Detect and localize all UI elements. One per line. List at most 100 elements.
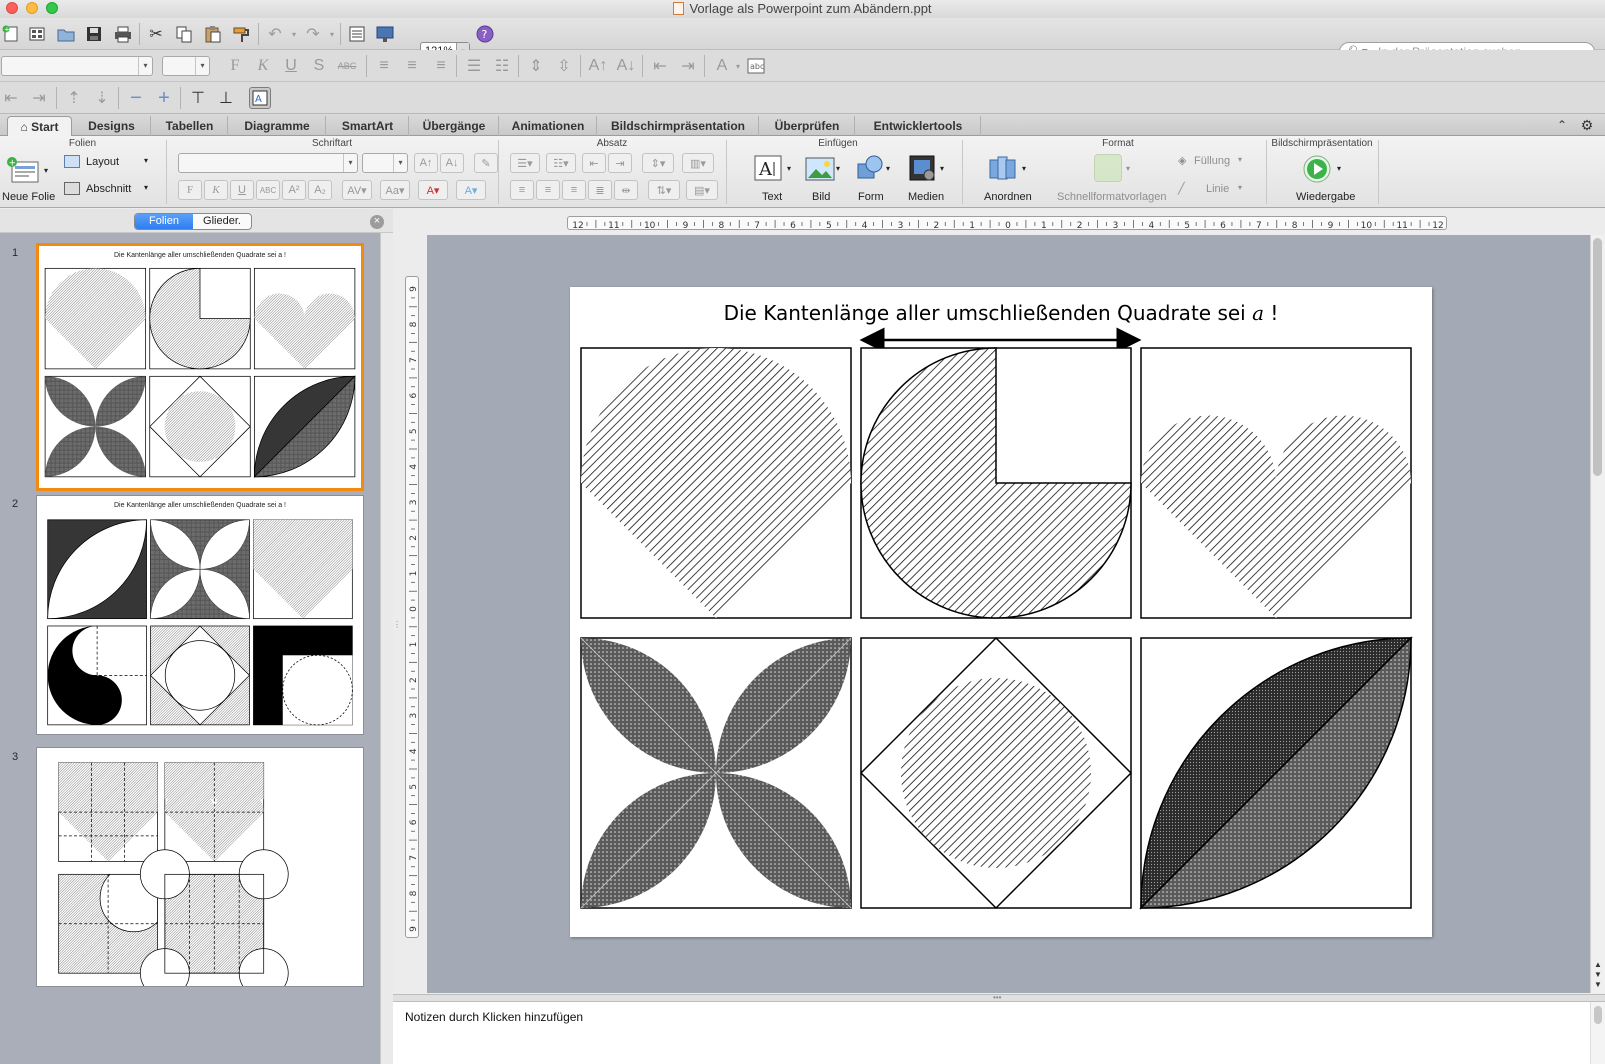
chevron-down-icon[interactable]: ▾ [787, 164, 791, 173]
editor-scroll-thumb[interactable] [1593, 238, 1602, 476]
fill-button[interactable]: Füllung [1194, 155, 1230, 167]
help-icon[interactable]: ? [474, 23, 496, 45]
shrink-font-button[interactable]: A↓ [440, 153, 464, 173]
superscript-button[interactable]: A² [282, 180, 306, 200]
distribute-button[interactable]: ⇹ [614, 180, 638, 200]
paragraph-spacing-icon[interactable]: ⇳ [553, 55, 575, 77]
align-right-icon[interactable]: ≡ [430, 55, 452, 77]
increase-indent-button[interactable]: ⇥ [608, 153, 632, 173]
collapse-all-icon[interactable]: ⊤ [187, 87, 209, 109]
fill-icon[interactable]: ◈ [1178, 154, 1186, 167]
format-painter-icon[interactable] [230, 23, 252, 45]
ribbon-size-combo[interactable]: ▾ [362, 153, 408, 173]
slide-thumbnail[interactable] [36, 747, 364, 987]
chevron-down-icon[interactable]: ▾ [1022, 164, 1026, 173]
gallery-icon[interactable] [26, 23, 48, 45]
new-slide-icon[interactable]: + [6, 156, 40, 189]
tab-smartart[interactable]: SmartArt [327, 116, 409, 136]
chevron-down-icon[interactable]: ▾ [836, 164, 840, 173]
slide-thumbnail[interactable]: Die Kantenlänge aller umschließenden Qua… [36, 495, 364, 735]
align-center-icon[interactable]: ≡ [401, 55, 423, 77]
char-spacing-button[interactable]: AV▾ [342, 180, 372, 200]
bold-icon[interactable]: F [224, 55, 246, 77]
font-color-button[interactable]: A▾ [418, 180, 448, 200]
bullet-list-icon[interactable]: ☰ [463, 55, 485, 77]
italic-button[interactable]: K [204, 180, 228, 200]
notes-placeholder[interactable]: Notizen durch Klicken hinzufügen [405, 1010, 583, 1024]
chevron-down-icon[interactable]: ▾ [886, 164, 890, 173]
numbered-list-icon[interactable]: ☷ [491, 55, 513, 77]
numbering-button[interactable]: ☷▾ [546, 153, 576, 173]
quick-styles-icon[interactable] [1094, 154, 1122, 182]
demote-icon[interactable]: ⇥ [28, 87, 50, 109]
insert-picture-button[interactable]: Bild [812, 191, 830, 203]
panel-scrollbar[interactable] [380, 233, 393, 1064]
tab-designs[interactable]: Designs [73, 116, 151, 136]
new-slide-dropdown-icon[interactable]: ▾ [44, 166, 48, 175]
strikethrough-button[interactable]: ABC [256, 180, 280, 200]
show-formatting-icon[interactable]: A [249, 87, 271, 109]
font-size-combo[interactable]: ▾ [162, 56, 210, 76]
line-spacing-icon[interactable]: ⇕ [525, 55, 547, 77]
subscript-button[interactable]: A₂ [308, 180, 332, 200]
copy-icon[interactable] [173, 23, 195, 45]
tab-diagramme[interactable]: Diagramme [229, 116, 326, 136]
text-box-icon[interactable]: abc [745, 55, 767, 77]
align-right-button[interactable]: ≡ [562, 180, 586, 200]
play-slideshow-button[interactable]: Wiedergabe [1296, 191, 1355, 203]
insert-media-button[interactable]: Medien [908, 191, 944, 203]
page-nav-arrows-icon[interactable]: ▲ ▼ ▼ [1593, 960, 1603, 990]
bullets-button[interactable]: ☰▾ [510, 153, 540, 173]
increase-indent-icon[interactable]: ⇥ [677, 55, 699, 77]
ribbon-font-combo[interactable]: ▾ [178, 153, 358, 173]
align-left-button[interactable]: ≡ [510, 180, 534, 200]
print-icon[interactable] [112, 23, 134, 45]
vertical-ruler[interactable]: 9 8 7 6 5 4 3 2 1 0 1 2 3 4 5 6 7 8 9 [405, 276, 419, 938]
line-icon[interactable]: ╱ [1178, 182, 1185, 195]
chevron-down-icon[interactable]: ▾ [1238, 155, 1242, 164]
grow-font-icon[interactable]: A↑ [587, 55, 609, 77]
open-folder-icon[interactable] [55, 23, 77, 45]
shadow-icon[interactable]: S [308, 55, 330, 77]
paste-icon[interactable] [202, 23, 224, 45]
slide-thumbnail[interactable]: Die Kantenlänge aller umschließenden Qua… [36, 243, 364, 491]
horizontal-ruler[interactable]: 12 11 10 9 8 7 6 5 4 3 2 1 0 1 2 3 4 5 6 7 8 9 10 11 12 [567, 216, 1447, 231]
move-down-icon[interactable]: ⇣ [91, 87, 113, 109]
notes-scroll-thumb[interactable] [1594, 1006, 1602, 1024]
decrease-indent-icon[interactable]: ⇤ [649, 55, 671, 77]
chevron-down-icon[interactable]: ▾ [940, 164, 944, 173]
bold-button[interactable]: F [178, 180, 202, 200]
section-button[interactable]: Abschnitt [86, 183, 131, 195]
change-case-button[interactable]: Aa▾ [380, 180, 410, 200]
tab-bildschirmpraesentation[interactable]: Bildschirmpräsentation [598, 116, 759, 136]
text-direction-button[interactable]: ⇅▾ [648, 180, 680, 200]
layout-button[interactable]: Layout [86, 156, 119, 168]
tab-start[interactable]: ⌂ Start [7, 116, 72, 136]
quick-styles-button[interactable]: Schnellformatvorlagen [1057, 191, 1166, 203]
close-panel-icon[interactable]: × [370, 215, 384, 229]
tab-animationen[interactable]: Animationen [500, 116, 597, 136]
new-document-icon[interactable]: + [0, 23, 22, 45]
line-button[interactable]: Linie [1206, 183, 1229, 195]
insert-text-button[interactable]: Text [762, 191, 782, 203]
underline-icon[interactable]: U [280, 55, 302, 77]
chevron-down-icon[interactable]: ▾ [144, 183, 148, 192]
normal-view-icon[interactable] [346, 23, 368, 45]
media-icon[interactable] [908, 154, 938, 185]
slideshow-view-icon[interactable] [374, 23, 396, 45]
underline-button[interactable]: U [230, 180, 254, 200]
play-icon[interactable] [1302, 154, 1332, 187]
tab-uebergaenge[interactable]: Übergänge [410, 116, 499, 136]
align-left-icon[interactable]: ≡ [373, 55, 395, 77]
expand-all-icon[interactable]: ⊥ [215, 87, 237, 109]
font-name-combo[interactable]: ▾ [1, 56, 153, 76]
picture-icon[interactable] [805, 156, 835, 185]
justify-button[interactable]: ≣ [588, 180, 612, 200]
notes-splitter[interactable]: ••• [393, 993, 1605, 1002]
notes-scrollbar[interactable] [1590, 1002, 1605, 1064]
arrange-button[interactable]: Anordnen [984, 191, 1032, 203]
chevron-down-icon[interactable]: ▾ [1126, 164, 1130, 173]
collapse-icon[interactable]: − [125, 87, 147, 109]
decrease-indent-button[interactable]: ⇤ [582, 153, 606, 173]
align-center-button[interactable]: ≡ [536, 180, 560, 200]
